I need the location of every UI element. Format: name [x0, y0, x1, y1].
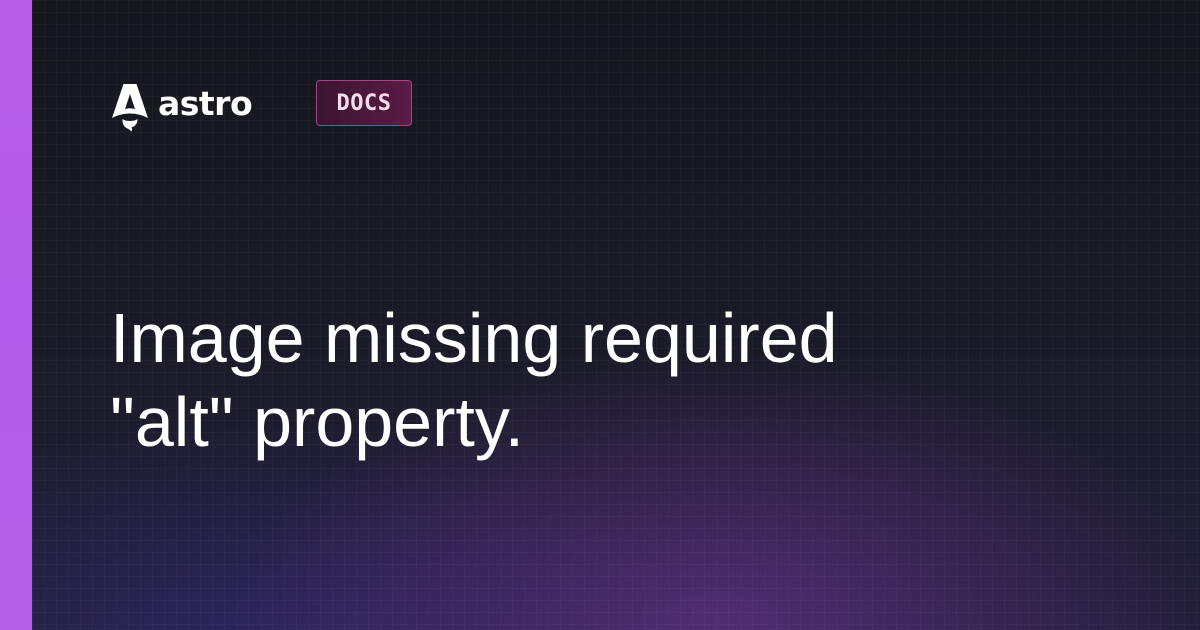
page-title-line-2: "alt" property. [110, 383, 525, 461]
page-title-line-1: Image missing required [110, 299, 838, 377]
astro-rocket-icon [112, 84, 148, 132]
astro-wordmark: astro [158, 83, 253, 123]
brand-logo: astro [110, 82, 253, 132]
accent-bar [0, 0, 32, 630]
og-card: astro DOCS Image missing required "alt" … [0, 0, 1200, 630]
docs-badge: DOCS [316, 80, 412, 126]
docs-badge-label: DOCS [336, 90, 392, 116]
page-title: Image missing required "alt" property. [110, 296, 1110, 464]
